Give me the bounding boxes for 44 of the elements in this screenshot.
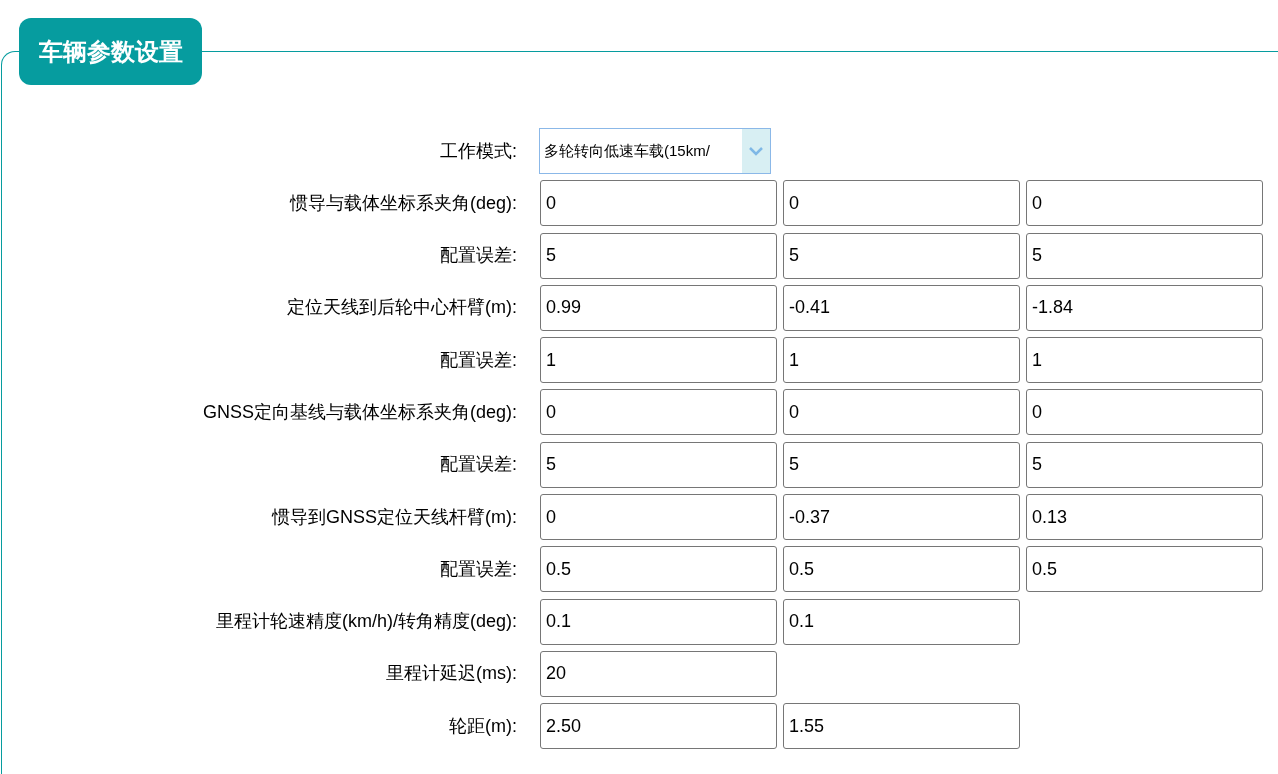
field-label: 轮距(m): [448, 714, 518, 738]
field-label: 里程计延迟(ms): [385, 662, 518, 686]
input-field[interactable]: 0.1 [783, 598, 1020, 645]
input-field[interactable]: 0 [540, 494, 777, 541]
input-field[interactable]: 0.99 [540, 284, 777, 331]
field-label: 定位天线到后轮中心杆臂(m): [286, 296, 518, 320]
input-field[interactable]: 0.5 [540, 546, 777, 593]
chevron-down-icon [748, 146, 764, 156]
input-field[interactable]: 0 [783, 389, 1020, 436]
input-field[interactable]: 0.13 [1026, 494, 1263, 541]
input-field[interactable]: 5 [540, 232, 777, 279]
input-field[interactable]: 5 [1026, 441, 1263, 488]
input-field[interactable]: 1 [1026, 337, 1263, 384]
input-field[interactable]: 0 [1026, 389, 1263, 436]
input-field[interactable]: 0 [540, 389, 777, 436]
input-field[interactable]: 0 [1026, 180, 1263, 227]
field-label: 配置误差: [439, 244, 518, 268]
field-label: 配置误差: [439, 557, 518, 581]
input-field[interactable]: 5 [540, 441, 777, 488]
field-label: 工作模式: [439, 139, 518, 163]
input-field[interactable]: 5 [783, 441, 1020, 488]
field-label: 里程计轮速精度(km/h)/转角精度(deg): [214, 610, 518, 634]
input-field[interactable]: 5 [783, 232, 1020, 279]
input-field[interactable]: 0.5 [1026, 546, 1263, 593]
mode-dropdown[interactable]: 多轮转向低速车载(15km/ [539, 128, 771, 174]
input-field[interactable]: 1 [783, 337, 1020, 384]
input-field[interactable]: 1.55 [783, 703, 1020, 750]
field-label: 惯导到GNSS定位天线杆臂(m): [270, 505, 518, 529]
input-field[interactable]: 20 [540, 650, 777, 697]
input-field[interactable]: 2.50 [540, 703, 777, 750]
field-label: 配置误差: [439, 453, 518, 477]
input-field[interactable]: 5 [1026, 232, 1263, 279]
input-field[interactable]: -0.37 [783, 494, 1020, 541]
field-label: 惯导与载体坐标系夹角(deg): [288, 191, 518, 215]
input-field[interactable]: 1 [540, 337, 777, 384]
field-label: GNSS定向基线与载体坐标系夹角(deg): [201, 401, 518, 424]
input-field[interactable]: 0.5 [783, 546, 1020, 593]
input-field[interactable]: 0 [783, 180, 1020, 227]
panel-title: 车辆参数设置 [19, 18, 202, 85]
input-field[interactable]: 0 [540, 180, 777, 227]
input-field[interactable]: -1.84 [1026, 284, 1263, 331]
input-field[interactable]: -0.41 [783, 284, 1020, 331]
field-label: 配置误差: [439, 348, 518, 372]
input-field[interactable]: 0.1 [540, 598, 777, 645]
